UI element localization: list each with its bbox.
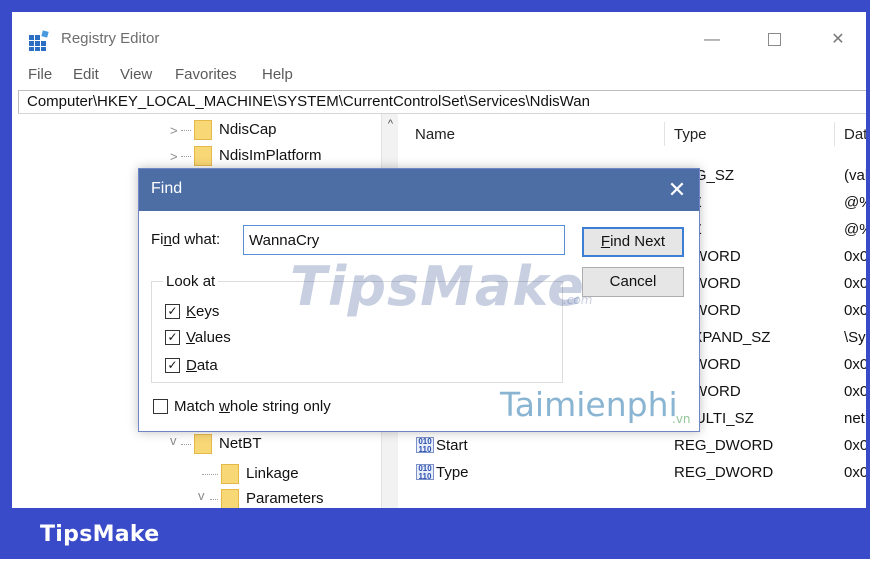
banner-brand: TipsMake xyxy=(40,522,160,547)
find-what-label: Find what: xyxy=(151,231,221,248)
find-dialog-titlebar: Find ✕ xyxy=(139,169,699,211)
find-dialog-title: Find xyxy=(151,180,183,197)
registry-editor-icon xyxy=(29,30,49,51)
maximize-button[interactable] xyxy=(754,26,794,54)
look-at-label: Look at xyxy=(163,273,219,290)
close-icon: ✕ xyxy=(831,31,845,48)
keys-checkbox-label[interactable]: Keys xyxy=(186,303,219,320)
tree-item-ndiscap[interactable]: > NdisCap xyxy=(18,118,378,142)
column-separator[interactable] xyxy=(834,122,835,146)
data-checkbox-label[interactable]: Data xyxy=(186,357,218,374)
tree-item-label: Linkage xyxy=(246,465,299,482)
chevron-right-icon[interactable]: > xyxy=(170,149,178,164)
value-data: @% xyxy=(844,221,866,238)
column-header-data[interactable]: Dat xyxy=(844,126,866,143)
minimize-icon: — xyxy=(704,31,720,48)
value-name: Type xyxy=(436,464,469,481)
tree-item-label: NetBT xyxy=(219,435,262,452)
tree-item-linkage[interactable]: Linkage xyxy=(18,462,378,486)
folder-icon xyxy=(221,489,239,508)
match-whole-string-checkbox[interactable] xyxy=(153,399,168,414)
tree-connector xyxy=(202,474,218,475)
tipsmake-watermark: TipsMake xyxy=(290,255,585,318)
menu-bar: File Edit View Favorites Help xyxy=(12,64,866,88)
title-bar: Registry Editor — ✕ xyxy=(12,12,866,64)
menu-help[interactable]: Help xyxy=(262,66,293,83)
menu-favorites[interactable]: Favorites xyxy=(175,66,237,83)
scroll-up-icon[interactable]: ^ xyxy=(382,118,399,134)
close-button[interactable]: ✕ xyxy=(818,26,858,54)
chevron-down-icon[interactable]: v xyxy=(170,433,177,448)
tree-connector xyxy=(181,130,191,131)
folder-icon xyxy=(194,120,212,140)
find-next-button[interactable]: Find Next xyxy=(582,227,684,257)
column-header-type[interactable]: Type xyxy=(674,126,707,143)
tree-item-label: NdisImPlatform xyxy=(219,147,322,164)
chevron-down-icon[interactable]: v xyxy=(198,488,205,503)
frame-right-border xyxy=(866,12,870,508)
tree-item-label: Parameters xyxy=(246,490,324,507)
column-separator[interactable] xyxy=(664,122,665,146)
taimienphi-watermark-suffix: .vn xyxy=(672,412,691,426)
value-data: 0x0 xyxy=(844,464,866,481)
match-whole-string-label[interactable]: Match whole string only xyxy=(174,398,331,415)
data-checkbox[interactable]: ✓ xyxy=(165,358,180,373)
values-checkbox[interactable]: ✓ xyxy=(165,330,180,345)
find-dialog-close-button[interactable]: ✕ xyxy=(663,176,691,204)
menu-edit[interactable]: Edit xyxy=(73,66,99,83)
value-data: 0x0 xyxy=(844,383,866,400)
tree-connector xyxy=(181,156,191,157)
chevron-right-icon[interactable]: > xyxy=(170,123,178,138)
cancel-button[interactable]: Cancel xyxy=(582,267,684,297)
keys-checkbox[interactable]: ✓ xyxy=(165,304,180,319)
tree-item-ndisimplatform[interactable]: > NdisImPlatform xyxy=(18,144,378,168)
bottom-edge xyxy=(0,559,870,563)
value-data: 0x0 xyxy=(844,275,866,292)
list-item[interactable]: 010 110 Start REG_DWORD 0x0 xyxy=(406,432,866,459)
value-data: @% xyxy=(844,194,866,211)
checkmark-icon: ✓ xyxy=(167,358,178,372)
menu-view[interactable]: View xyxy=(120,66,152,83)
maximize-icon xyxy=(767,33,781,47)
value-data: 0x0 xyxy=(844,437,866,454)
dword-value-icon: 010 110 xyxy=(416,464,434,481)
list-item[interactable]: 010 110 Type REG_DWORD 0x0 xyxy=(406,459,866,486)
checkmark-icon: ✓ xyxy=(167,330,178,344)
minimize-button[interactable]: — xyxy=(692,26,732,54)
tree-item-label: NdisCap xyxy=(219,121,277,138)
tree-item-netbt[interactable]: v NetBT xyxy=(18,432,378,456)
frame-top-border xyxy=(0,0,870,12)
value-data: 0x0 xyxy=(844,248,866,265)
folder-icon xyxy=(194,434,212,454)
folder-icon xyxy=(221,464,239,484)
tree-item-parameters[interactable]: v Parameters xyxy=(18,487,378,508)
window-title: Registry Editor xyxy=(61,30,160,47)
checkmark-icon: ✓ xyxy=(167,304,178,318)
column-header-name[interactable]: Name xyxy=(415,126,455,143)
taimienphi-watermark: Taimienphi xyxy=(500,385,678,424)
find-what-input[interactable] xyxy=(243,225,565,255)
tree-connector xyxy=(210,499,218,500)
address-bar[interactable]: Computer\HKEY_LOCAL_MACHINE\SYSTEM\Curre… xyxy=(18,90,866,114)
value-data: (val xyxy=(844,167,866,184)
values-checkbox-label[interactable]: Values xyxy=(186,329,231,346)
value-type: REG_DWORD xyxy=(674,437,774,454)
tree-connector xyxy=(181,444,191,445)
value-data: net xyxy=(844,410,865,427)
value-data: 0x0 xyxy=(844,356,866,373)
value-name: Start xyxy=(436,437,468,454)
dword-value-icon: 010 110 xyxy=(416,437,434,454)
folder-icon xyxy=(194,146,212,166)
value-data: 0x0 xyxy=(844,302,866,319)
value-type: REG_DWORD xyxy=(674,464,774,481)
menu-file[interactable]: File xyxy=(28,66,52,83)
value-data: \Sy xyxy=(844,329,866,346)
tipsmake-watermark-suffix: .com xyxy=(563,293,593,307)
frame-left-border xyxy=(0,12,12,508)
